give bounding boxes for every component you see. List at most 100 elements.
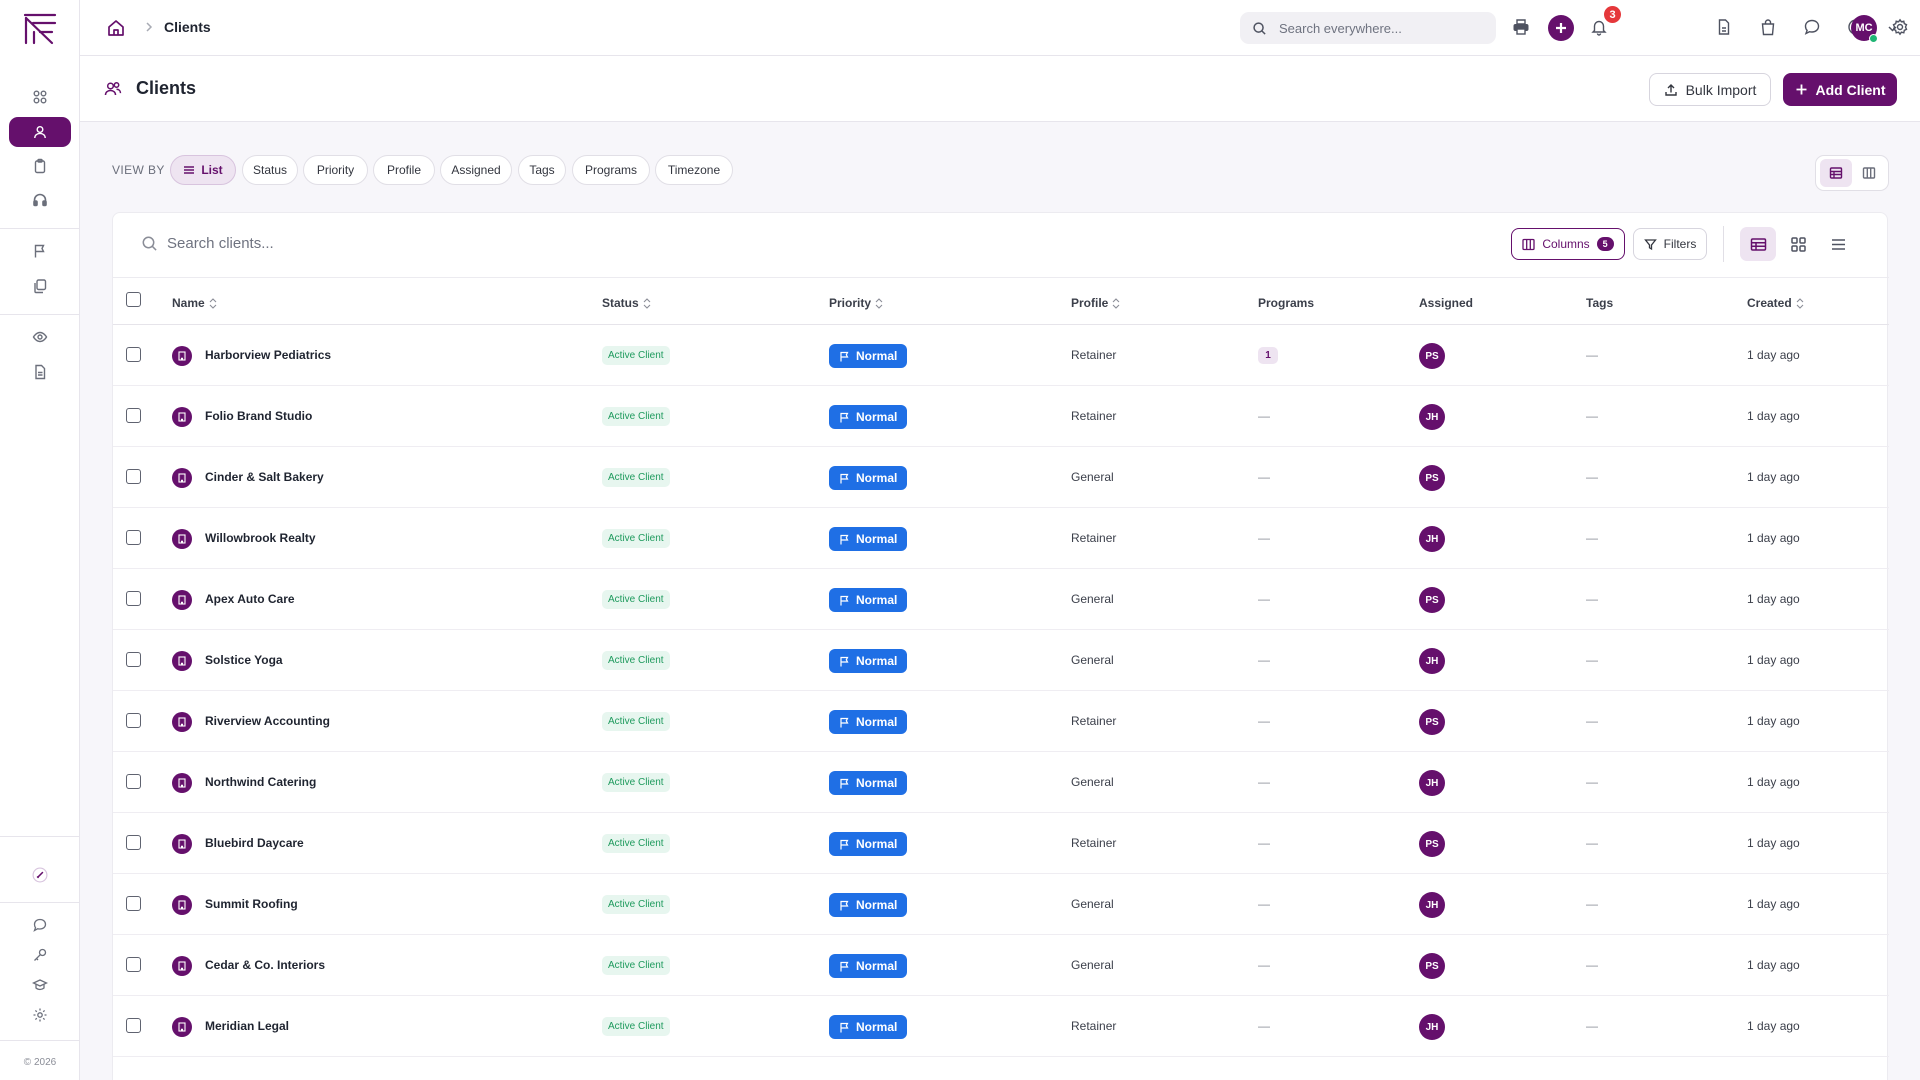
global-search-input[interactable] (1279, 20, 1479, 36)
column-header-status[interactable]: Status (602, 296, 651, 310)
view-by-profile[interactable]: Profile (373, 155, 435, 185)
assignee-avatar[interactable]: JH (1419, 648, 1445, 674)
priority-badge[interactable]: Normal (829, 771, 908, 795)
add-client-button[interactable]: Add Client (1783, 73, 1897, 106)
client-search-input[interactable] (167, 235, 767, 252)
view-by-list[interactable]: List (170, 155, 236, 185)
sidebar-item-monitoring[interactable] (9, 322, 71, 352)
table-row[interactable]: Riverview Accounting Active Client Norma… (113, 691, 1889, 752)
select-all-checkbox[interactable] (126, 292, 141, 307)
row-checkbox[interactable] (126, 713, 141, 728)
view-by-assigned[interactable]: Assigned (440, 155, 512, 185)
view-by-priority[interactable]: Priority (303, 155, 368, 185)
home-icon[interactable] (106, 18, 126, 38)
assignee-avatar[interactable]: PS (1419, 831, 1445, 857)
sidebar-item-integrations[interactable] (9, 940, 71, 970)
client-name-link[interactable]: Folio Brand Studio (205, 409, 312, 423)
sidebar-item-onboarding[interactable] (9, 860, 71, 890)
assignee-avatar[interactable]: JH (1419, 1014, 1445, 1040)
table-row[interactable]: Apex Auto Care Active Client Normal Gene… (113, 569, 1889, 630)
assignee-avatar[interactable]: PS (1419, 587, 1445, 613)
table-row[interactable]: Meridian Legal Active Client Normal Reta… (113, 996, 1889, 1057)
client-name-link[interactable]: Riverview Accounting (205, 714, 330, 728)
sidebar-item-templates[interactable] (9, 271, 71, 301)
table-row[interactable]: Solstice Yoga Active Client Normal Gener… (113, 630, 1889, 691)
row-checkbox[interactable] (126, 957, 141, 972)
chat-icon[interactable] (1801, 16, 1823, 38)
priority-badge[interactable]: Normal (829, 954, 908, 978)
table-row[interactable]: Cedar & Co. Interiors Active Client Norm… (113, 935, 1889, 996)
sidebar-item-tasks[interactable] (9, 151, 71, 181)
assignee-avatar[interactable]: JH (1419, 526, 1445, 552)
sidebar-item-support[interactable] (9, 185, 71, 215)
sidebar-item-academy[interactable] (9, 970, 71, 1000)
chevron-down-icon[interactable] (1886, 22, 1899, 35)
client-name-link[interactable]: Bluebird Daycare (205, 836, 304, 850)
priority-badge[interactable]: Normal (829, 649, 908, 673)
document-icon[interactable] (1713, 16, 1735, 38)
row-checkbox[interactable] (126, 530, 141, 545)
table-row[interactable]: Cinder & Salt Bakery Active Client Norma… (113, 447, 1889, 508)
client-name-link[interactable]: Cedar & Co. Interiors (205, 958, 325, 972)
row-checkbox[interactable] (126, 652, 141, 667)
sidebar-item-flags[interactable] (9, 236, 71, 266)
row-checkbox[interactable] (126, 347, 141, 362)
table-row[interactable]: Northwind Catering Active Client Normal … (113, 752, 1889, 813)
row-checkbox[interactable] (126, 896, 141, 911)
row-checkbox[interactable] (126, 774, 141, 789)
table-row[interactable]: Willowbrook Realty Active Client Normal … (113, 508, 1889, 569)
filters-button[interactable]: Filters (1633, 228, 1707, 260)
client-name-link[interactable]: Apex Auto Care (205, 592, 295, 606)
priority-badge[interactable]: Normal (829, 588, 908, 612)
column-header-name[interactable]: Name (172, 296, 217, 310)
priority-badge[interactable]: Normal (829, 1015, 908, 1039)
assignee-avatar[interactable]: JH (1419, 404, 1445, 430)
row-checkbox[interactable] (126, 1018, 141, 1033)
client-name-link[interactable]: Willowbrook Realty (205, 531, 316, 545)
columns-button[interactable]: Columns 5 (1511, 228, 1625, 260)
split-layout-option[interactable] (1853, 159, 1885, 187)
view-by-status[interactable]: Status (242, 155, 298, 185)
view-by-timezone[interactable]: Timezone (655, 155, 733, 185)
client-name-link[interactable]: Meridian Legal (205, 1019, 289, 1033)
table-row[interactable]: Folio Brand Studio Active Client Normal … (113, 386, 1889, 447)
client-search[interactable] (141, 235, 767, 252)
view-by-programs[interactable]: Programs (572, 155, 650, 185)
assignee-avatar[interactable]: PS (1419, 465, 1445, 491)
grid-view-option[interactable] (1780, 227, 1816, 261)
table-view-option[interactable] (1740, 227, 1776, 261)
assignee-avatar[interactable]: PS (1419, 709, 1445, 735)
quick-add-button[interactable] (1548, 15, 1574, 41)
client-name-link[interactable]: Summit Roofing (205, 897, 298, 911)
row-checkbox[interactable] (126, 835, 141, 850)
priority-badge[interactable]: Normal (829, 405, 908, 429)
client-name-link[interactable]: Cinder & Salt Bakery (205, 470, 324, 484)
priority-badge[interactable]: Normal (829, 344, 908, 368)
print-icon[interactable] (1510, 16, 1532, 38)
column-header-priority[interactable]: Priority (829, 296, 883, 310)
list-view-option[interactable] (1820, 227, 1856, 261)
sidebar-item-settings[interactable] (9, 1000, 71, 1030)
row-checkbox[interactable] (126, 408, 141, 423)
table-row[interactable]: Bluebird Daycare Active Client Normal Re… (113, 813, 1889, 874)
column-header-created[interactable]: Created (1747, 296, 1804, 310)
column-header-profile[interactable]: Profile (1071, 296, 1120, 310)
assignee-avatar[interactable]: JH (1419, 770, 1445, 796)
view-by-tags[interactable]: Tags (518, 155, 566, 185)
row-checkbox[interactable] (126, 591, 141, 606)
priority-badge[interactable]: Normal (829, 710, 908, 734)
sidebar-item-clients[interactable] (9, 117, 71, 147)
sidebar-item-dashboard[interactable] (9, 82, 71, 112)
table-row[interactable]: Summit Roofing Active Client Normal Gene… (113, 874, 1889, 935)
priority-badge[interactable]: Normal (829, 466, 908, 490)
assignee-avatar[interactable]: PS (1419, 953, 1445, 979)
assignee-avatar[interactable]: JH (1419, 892, 1445, 918)
sidebar-item-reports[interactable] (9, 357, 71, 387)
shopping-bag-icon[interactable] (1757, 16, 1779, 38)
table-layout-option[interactable] (1819, 159, 1852, 187)
bulk-import-button[interactable]: Bulk Import (1649, 73, 1771, 106)
client-name-link[interactable]: Solstice Yoga (205, 653, 283, 667)
brand-logo[interactable] (22, 12, 58, 46)
sidebar-item-chat[interactable] (9, 910, 71, 940)
priority-badge[interactable]: Normal (829, 832, 908, 856)
